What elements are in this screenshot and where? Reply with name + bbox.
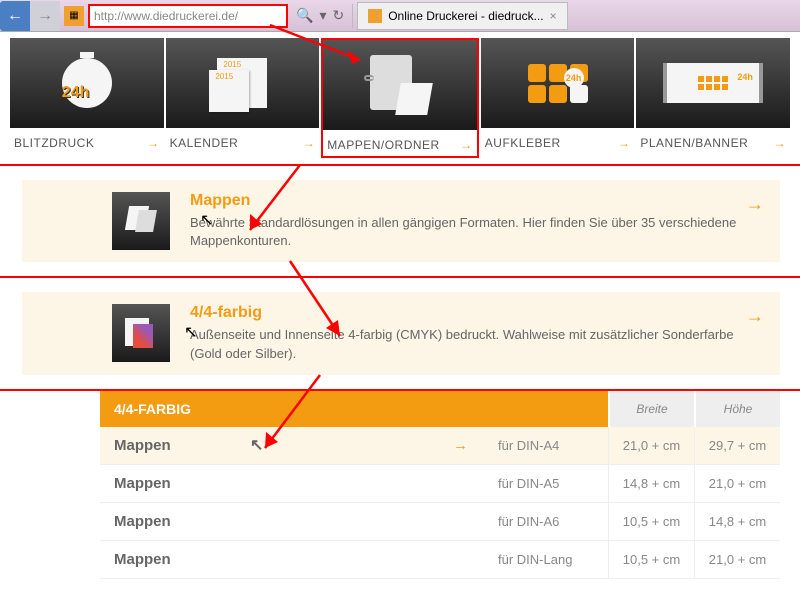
- row-name: Mappen: [114, 437, 171, 454]
- product-table: 4/4-FARBIG Breite Höhe Mappen ↖ → für DIN-…: [0, 391, 800, 579]
- row-hoehe: 21,0 + cm: [694, 541, 780, 578]
- url-controls: 🔍 ▾ ↻: [288, 4, 353, 28]
- category-label: AUFKLEBER: [485, 136, 561, 150]
- cursor-icon: ↖: [184, 322, 197, 342]
- col-header-breite: Breite: [608, 391, 694, 427]
- cursor-icon: ↖: [200, 210, 213, 230]
- row-name: Mappen: [114, 513, 171, 530]
- arrow-icon: →: [746, 194, 764, 215]
- category-label: KALENDER: [170, 136, 239, 150]
- option-title: Mappen: [190, 192, 740, 210]
- browser-toolbar: ← → ▦ http://www.diedruckerei.de/ 🔍 ▾ ↻ …: [0, 0, 800, 32]
- tab-favicon-icon: [368, 9, 382, 23]
- category-mappen-ordner[interactable]: MAPPEN/ORDNER →: [321, 38, 479, 158]
- option-title: 4/4-farbig: [190, 304, 740, 322]
- row-hoehe: 14,8 + cm: [694, 503, 780, 540]
- arrow-icon: →: [746, 306, 764, 327]
- back-button[interactable]: ←: [0, 1, 30, 31]
- row-hoehe: 21,0 + cm: [694, 465, 780, 502]
- tab-title: Online Druckerei - diedruck...: [388, 9, 543, 23]
- option-description: Bewährte Standardlösungen in allen gängi…: [190, 214, 740, 250]
- address-bar[interactable]: http://www.diedruckerei.de/: [88, 4, 288, 28]
- row-breite: 14,8 + cm: [608, 465, 694, 502]
- farbig-thumb-icon: [112, 304, 170, 362]
- option-mappen[interactable]: Mappen Bewährte Standardlösungen in alle…: [0, 166, 800, 278]
- row-hoehe: 29,7 + cm: [694, 427, 780, 464]
- folder-icon: [323, 40, 477, 130]
- blitzdruck-icon: 24h: [10, 38, 164, 128]
- option-list: Mappen Bewährte Standardlösungen in alle…: [0, 164, 800, 391]
- table-header: 4/4-FARBIG Breite Höhe: [100, 391, 780, 427]
- row-format: für DIN-A6: [488, 503, 608, 540]
- table-row[interactable]: Mappen für DIN-A6 10,5 + cm 14,8 + cm: [100, 503, 780, 541]
- arrow-icon: →: [453, 437, 468, 454]
- category-label: MAPPEN/ORDNER: [327, 138, 440, 152]
- table-row[interactable]: Mappen ↖ → für DIN-A4 21,0 + cm 29,7 + cm: [100, 427, 780, 465]
- category-nav: 24h BLITZDRUCK → 20152015 KALENDER → MAPPE…: [0, 32, 800, 164]
- tab-close-icon[interactable]: ×: [550, 9, 557, 23]
- row-breite: 10,5 + cm: [608, 541, 694, 578]
- arrow-icon: →: [773, 136, 786, 150]
- forward-button[interactable]: →: [30, 1, 60, 31]
- category-blitzdruck[interactable]: 24h BLITZDRUCK →: [10, 38, 164, 158]
- row-format: für DIN-A4: [488, 427, 608, 464]
- arrow-icon: →: [303, 136, 316, 150]
- arrow-icon: →: [618, 136, 631, 150]
- row-format: für DIN-Lang: [488, 541, 608, 578]
- cursor-icon: ↖: [250, 435, 263, 455]
- table-row[interactable]: Mappen für DIN-Lang 10,5 + cm 21,0 + cm: [100, 541, 780, 579]
- dropdown-icon[interactable]: ▾: [319, 7, 326, 24]
- arrow-icon: →: [460, 138, 473, 152]
- row-name: Mappen: [114, 551, 171, 568]
- favicon-icon: ▦: [64, 6, 84, 26]
- col-header-hoehe: Höhe: [694, 391, 780, 427]
- arrow-icon: →: [147, 136, 160, 150]
- stickers-icon: 24h: [481, 38, 635, 128]
- row-breite: 10,5 + cm: [608, 503, 694, 540]
- option-description: Außenseite und Innenseite 4-farbig (CMYK…: [190, 326, 740, 362]
- row-breite: 21,0 + cm: [608, 427, 694, 464]
- category-label: PLANEN/BANNER: [640, 136, 748, 150]
- option-4-4-farbig[interactable]: 4/4-farbig Außenseite und Innenseite 4-f…: [0, 278, 800, 390]
- category-planen-banner[interactable]: 24h PLANEN/BANNER →: [636, 38, 790, 158]
- row-format: für DIN-A5: [488, 465, 608, 502]
- search-icon[interactable]: 🔍: [296, 7, 313, 24]
- table-row[interactable]: Mappen für DIN-A5 14,8 + cm 21,0 + cm: [100, 465, 780, 503]
- category-label: BLITZDRUCK: [14, 136, 94, 150]
- mappen-thumb-icon: [112, 192, 170, 250]
- row-name: Mappen: [114, 475, 171, 492]
- table-title: 4/4-FARBIG: [100, 391, 608, 427]
- kalender-icon: 20152015: [166, 38, 320, 128]
- banner-icon: 24h: [636, 38, 790, 128]
- refresh-icon[interactable]: ↻: [332, 7, 344, 24]
- browser-tab[interactable]: Online Druckerei - diedruck... ×: [357, 2, 567, 30]
- category-aufkleber[interactable]: 24h AUFKLEBER →: [481, 38, 635, 158]
- category-kalender[interactable]: 20152015 KALENDER →: [166, 38, 320, 158]
